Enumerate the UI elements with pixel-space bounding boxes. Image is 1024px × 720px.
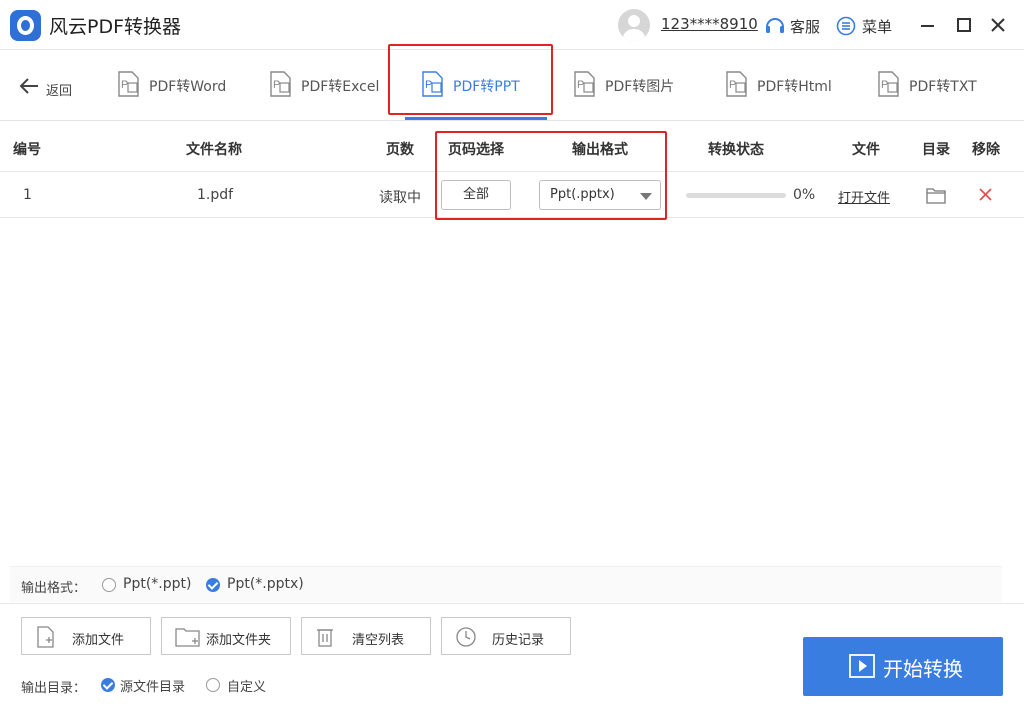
header-status: 转换状态 (708, 142, 764, 158)
pdf-word-icon: P (118, 71, 139, 97)
service-label[interactable]: 客服 (790, 16, 820, 37)
start-convert-label: 开始转换 (883, 657, 963, 681)
maximize-icon[interactable] (955, 16, 973, 34)
folder-icon[interactable] (926, 186, 946, 204)
back-arrow-icon[interactable] (18, 76, 40, 96)
radio-ppt-label[interactable]: Ppt(*.ppt) (123, 576, 191, 592)
output-dir-label: 输出目录： (21, 681, 87, 696)
open-file-link[interactable]: 打开文件 (838, 187, 890, 206)
app-logo-icon (10, 10, 41, 41)
back-button[interactable]: 返回 (46, 80, 72, 99)
pdf-excel-icon: P (270, 71, 291, 97)
radio-custom-dir-label[interactable]: 自定义 (227, 676, 266, 695)
add-file-icon (37, 626, 54, 648)
headset-icon[interactable] (764, 16, 786, 36)
add-folder-button[interactable]: 添加文件夹 (161, 617, 291, 655)
radio-custom-dir[interactable] (206, 678, 220, 692)
radio-source-dir[interactable] (101, 678, 115, 692)
clear-list-button[interactable]: 清空列表 (301, 617, 431, 655)
header-name: 文件名称 (186, 142, 242, 158)
add-folder-icon (175, 628, 200, 647)
account-link[interactable]: 123****8910 (661, 15, 758, 33)
svg-text:P: P (121, 79, 128, 91)
menu-icon[interactable] (836, 16, 856, 36)
radio-ppt[interactable] (102, 578, 116, 592)
start-convert-button[interactable]: 开始转换 (803, 637, 1003, 696)
active-tab-indicator (405, 117, 547, 120)
add-file-button[interactable]: 添加文件 (21, 617, 151, 655)
pdf-image-icon: P (574, 71, 595, 97)
row-filename: 1.pdf (197, 187, 234, 203)
output-format-label: 输出格式： (21, 581, 87, 596)
header-no: 编号 (13, 142, 41, 158)
radio-source-dir-label[interactable]: 源文件目录 (120, 676, 185, 695)
svg-text:P: P (273, 79, 280, 91)
pdf-html-icon: P (726, 71, 747, 97)
conversion-toolbar: 返回 P PDF转Word P PDF转Excel P PDF转PPT P PD… (0, 44, 1024, 121)
highlight-box-columns (435, 131, 667, 220)
header-dir: 目录 (922, 142, 950, 158)
header-pages: 页数 (386, 142, 414, 158)
minimize-icon[interactable] (919, 16, 937, 34)
output-format-bar: 输出格式： Ppt(*.ppt) Ppt(*.pptx) (10, 566, 1002, 602)
play-icon (849, 654, 875, 678)
header-file: 文件 (852, 142, 880, 158)
title-bar: 风云PDF转换器 123****8910 客服 菜单 (0, 0, 1024, 50)
bottom-panel: 添加文件 添加文件夹 清空列表 历史记录 输出目录： 源文件目录 自定义 开始转… (0, 603, 1024, 720)
header-remove: 移除 (972, 142, 1000, 158)
avatar[interactable] (618, 9, 650, 41)
progress-text: 0% (793, 187, 816, 203)
conversion-progress-bar (686, 193, 786, 198)
close-icon[interactable] (989, 16, 1007, 34)
clock-icon (456, 627, 476, 647)
svg-text:P: P (881, 79, 888, 91)
svg-text:P: P (729, 79, 736, 91)
row-no: 1 (23, 187, 32, 203)
remove-icon[interactable] (978, 187, 993, 202)
trash-icon (317, 629, 333, 647)
pdf-txt-icon: P (878, 71, 899, 97)
svg-text:P: P (577, 79, 584, 91)
radio-pptx[interactable] (206, 578, 220, 592)
row-pages: 读取中 (379, 190, 421, 206)
radio-pptx-label[interactable]: Ppt(*.pptx) (227, 576, 304, 592)
history-button[interactable]: 历史记录 (441, 617, 571, 655)
highlight-box-tab (388, 44, 553, 115)
menu-label[interactable]: 菜单 (862, 16, 892, 37)
app-title: 风云PDF转换器 (49, 16, 182, 38)
